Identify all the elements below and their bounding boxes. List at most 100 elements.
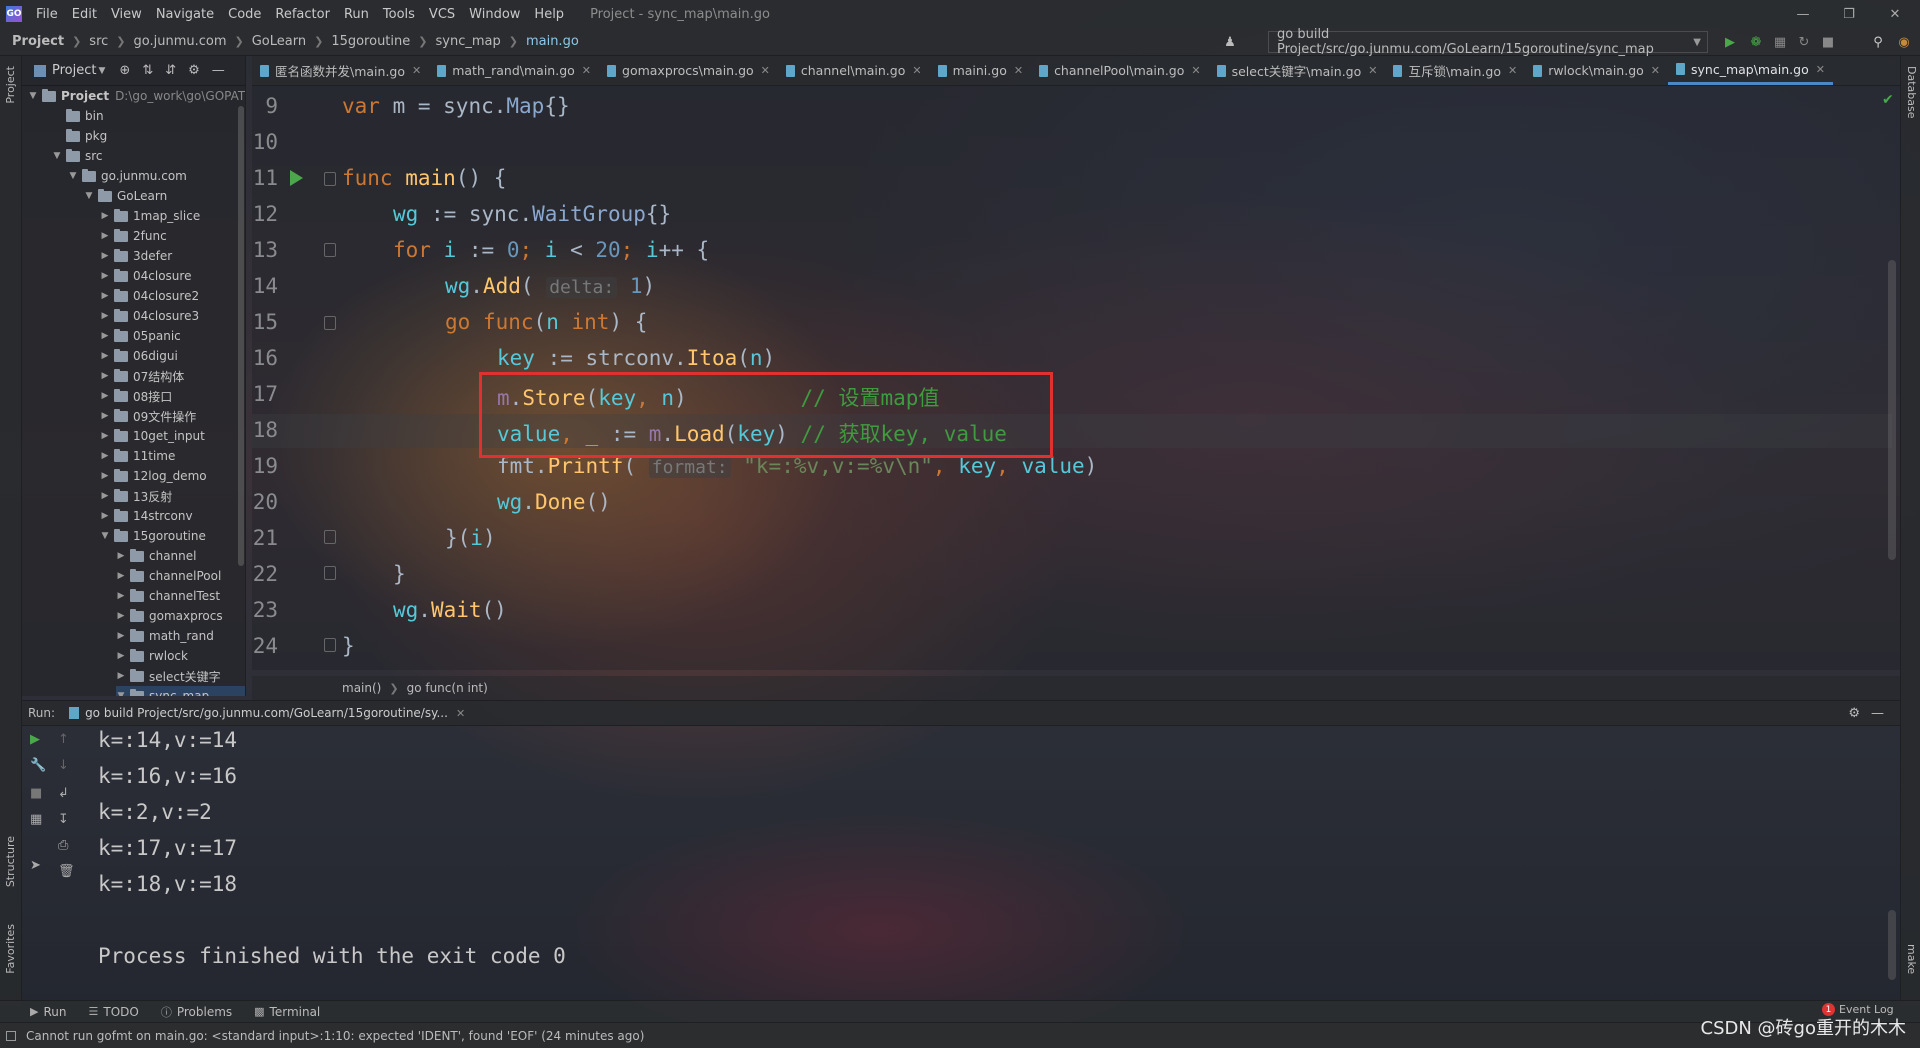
run-icon[interactable]: ▶ <box>1722 34 1738 50</box>
menu-help[interactable]: Help <box>534 7 564 22</box>
close-icon[interactable]: ✕ <box>1014 64 1023 77</box>
todo-tool-button[interactable]: ☰ TODO <box>88 1005 138 1019</box>
chevron-right-icon[interactable]: ▶ <box>116 571 126 581</box>
inspection-ok-icon[interactable]: ✔ <box>1882 92 1894 108</box>
restore-icon[interactable]: ❐ <box>1826 0 1872 28</box>
tree-item[interactable]: ▼ go.junmu.com <box>68 166 245 186</box>
close-icon[interactable]: ✕ <box>1872 0 1918 28</box>
run-tab[interactable]: go build Project/src/go.junmu.com/GoLear… <box>85 706 448 720</box>
fold-icon[interactable] <box>324 316 336 330</box>
tree-item[interactable]: ▶ 14strconv <box>100 506 245 526</box>
tree-item[interactable]: ▶ 06digui <box>100 346 245 366</box>
arrow-up-icon[interactable]: ↑ <box>58 732 69 747</box>
chevron-down-icon[interactable]: ▼ <box>116 691 126 696</box>
chevron-right-icon[interactable]: ▶ <box>100 391 110 401</box>
tree-item[interactable]: ▶ 08接口 <box>100 386 245 406</box>
breadcrumb-15goroutine[interactable]: 15goroutine <box>331 34 410 49</box>
editor-tab[interactable]: 互斥锁\main.go ✕ <box>1385 56 1525 85</box>
tree-item[interactable]: ▼ src <box>52 146 245 166</box>
chevron-right-icon[interactable]: ▶ <box>100 231 110 241</box>
fold-icon[interactable] <box>324 638 336 652</box>
chevron-right-icon[interactable]: ▶ <box>100 211 110 221</box>
favorites-tool-tab[interactable]: Favorites <box>4 924 17 974</box>
close-icon[interactable]: ✕ <box>1816 63 1825 76</box>
tree-item[interactable]: ▶ 12log_demo <box>100 466 245 486</box>
chevron-right-icon[interactable]: ▶ <box>100 251 110 261</box>
chevron-right-icon[interactable]: ▶ <box>100 271 110 281</box>
tree-item[interactable]: ▶ 1map_slice <box>100 206 245 226</box>
minimize-icon[interactable]: — <box>1780 0 1826 28</box>
chevron-right-icon[interactable]: ▶ <box>116 611 126 621</box>
chevron-right-icon[interactable]: ▶ <box>100 331 110 341</box>
menu-vcs[interactable]: VCS <box>429 7 455 22</box>
structure-tool-tab[interactable]: Structure <box>4 836 17 887</box>
tree-item[interactable]: ▶ 04closure3 <box>100 306 245 326</box>
tree-item[interactable]: ▶ 07结构体 <box>100 366 245 386</box>
breadcrumb-project[interactable]: Project <box>12 34 64 49</box>
breadcrumb-go-func[interactable]: go func(n int) <box>407 681 488 695</box>
search-icon[interactable]: ⚲ <box>1870 34 1886 50</box>
tree-item[interactable]: ▶ 3defer <box>100 246 245 266</box>
tree-item[interactable]: ▶ 04closure2 <box>100 286 245 306</box>
dropdown-arrow-icon[interactable]: ▼ <box>98 66 105 76</box>
chevron-right-icon[interactable]: ▶ <box>116 591 126 601</box>
chevron-right-icon[interactable]: ▶ <box>116 651 126 661</box>
print-icon[interactable]: ⎙ <box>58 838 68 853</box>
make-tool-tab[interactable]: make <box>1905 944 1918 974</box>
chevron-right-icon[interactable]: ▶ <box>100 291 110 301</box>
tree-item[interactable]: ▼ GoLearn <box>84 186 245 206</box>
close-icon[interactable]: ✕ <box>1508 64 1517 77</box>
tree-item[interactable]: ▶ rwlock <box>116 646 245 666</box>
layout-icon[interactable]: ▦ <box>30 812 42 827</box>
chevron-down-icon[interactable]: ▼ <box>52 151 62 161</box>
close-icon[interactable]: ✕ <box>761 64 770 77</box>
tree-item[interactable]: ▶ channel <box>116 546 245 566</box>
breadcrumb-src[interactable]: src <box>89 34 108 49</box>
run-tool-button[interactable]: ▶ Run <box>30 1005 66 1019</box>
chevron-down-icon[interactable]: ▼ <box>68 171 78 181</box>
console-scrollbar[interactable] <box>1888 910 1896 980</box>
chevron-right-icon[interactable]: ▶ <box>100 471 110 481</box>
chevron-right-icon[interactable]: ▶ <box>116 551 126 561</box>
fold-icon[interactable] <box>324 566 336 580</box>
stop-icon[interactable]: ■ <box>1820 34 1836 50</box>
tree-item[interactable]: ▶ gomaxprocs <box>116 606 245 626</box>
tree-item[interactable]: ▼ sync_map <box>116 686 245 696</box>
tree-item[interactable]: ▶ 11time <box>100 446 245 466</box>
menu-run[interactable]: Run <box>344 7 369 22</box>
tree-item[interactable]: bin <box>52 106 245 126</box>
tree-item[interactable]: pkg <box>52 126 245 146</box>
expand-all-icon[interactable]: ⇅ <box>142 63 153 78</box>
arrow-down-icon[interactable]: ↓ <box>58 758 69 773</box>
chevron-right-icon[interactable]: ▶ <box>100 511 110 521</box>
menu-edit[interactable]: Edit <box>72 7 97 22</box>
editor-tab[interactable]: math_rand\main.go ✕ <box>429 56 599 85</box>
collapse-all-icon[interactable]: ⇵ <box>165 63 176 78</box>
chevron-down-icon[interactable]: ▼ <box>84 191 94 201</box>
breadcrumb-main-func[interactable]: main() <box>342 681 381 695</box>
stop-icon[interactable]: ■ <box>30 786 42 801</box>
tree-item[interactable]: ▶ 13反射 <box>100 486 245 506</box>
tree-item[interactable]: ▶ select关键字 <box>116 666 245 686</box>
tree-item[interactable]: ▶ 2func <box>100 226 245 246</box>
status-message[interactable]: Cannot run gofmt on main.go: <standard i… <box>26 1029 644 1043</box>
editor-tab[interactable]: select关键字\main.go ✕ <box>1209 56 1386 85</box>
menu-view[interactable]: View <box>111 7 142 22</box>
chevron-right-icon[interactable]: ▶ <box>100 491 110 501</box>
tree-item[interactable]: ▶ 04closure <box>100 266 245 286</box>
profile-icon[interactable]: ↻ <box>1796 34 1812 50</box>
trash-icon[interactable]: 🗑 <box>58 864 75 879</box>
tree-root[interactable]: ▼ Project D:\go_work\go\GOPAT <box>28 86 245 106</box>
close-icon[interactable]: ✕ <box>1651 64 1660 77</box>
chevron-right-icon[interactable]: ▶ <box>100 431 110 441</box>
menu-refactor[interactable]: Refactor <box>275 7 330 22</box>
scroll-to-end-icon[interactable]: ↧ <box>58 812 69 827</box>
chevron-right-icon[interactable]: ▶ <box>116 631 126 641</box>
fold-icon[interactable] <box>324 172 336 186</box>
chevron-right-icon[interactable]: ▶ <box>100 311 110 321</box>
gear-icon[interactable]: ⚙ <box>188 63 200 78</box>
breadcrumb-go-junmu[interactable]: go.junmu.com <box>134 34 227 49</box>
database-tool-tab[interactable]: Database <box>1905 66 1918 119</box>
menu-window[interactable]: Window <box>469 7 520 22</box>
tool-windows-icon[interactable] <box>6 1030 16 1041</box>
